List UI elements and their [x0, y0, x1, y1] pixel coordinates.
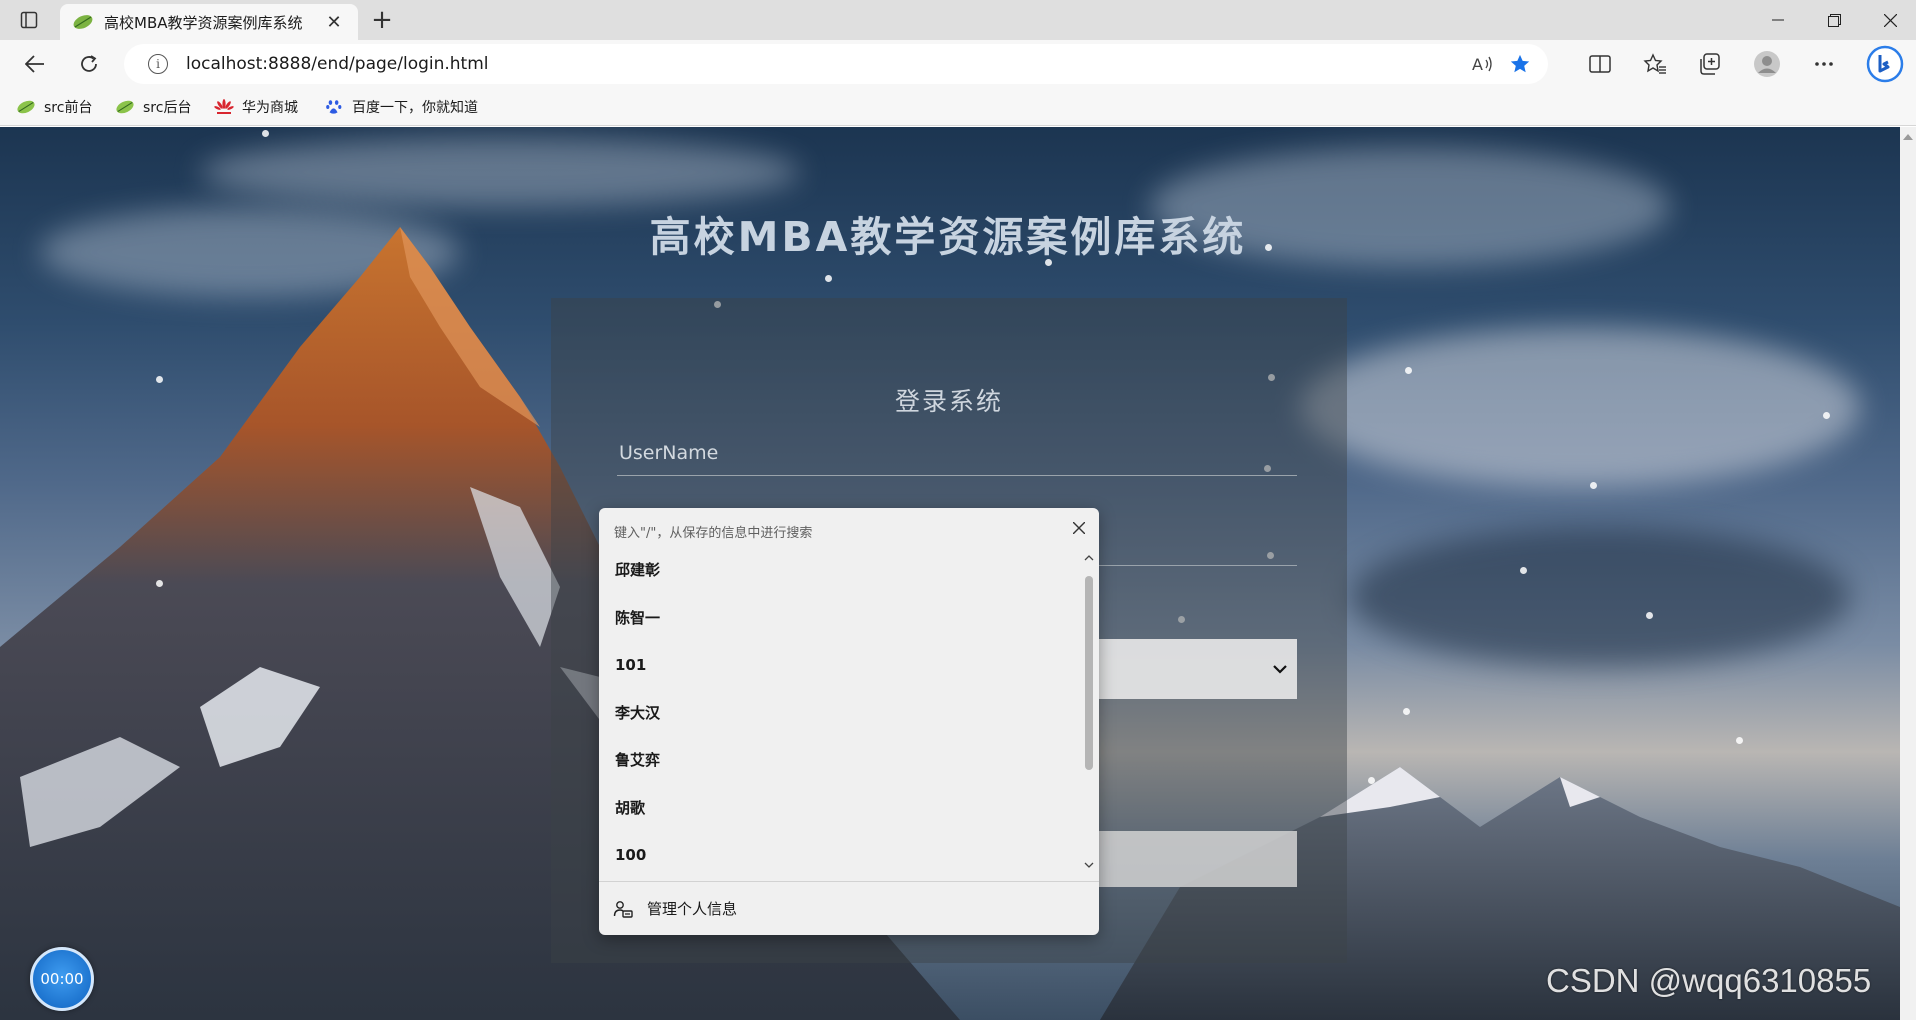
bookmark-label: 百度一下，你就知道 — [352, 100, 478, 116]
url-text[interactable]: localhost:8888/end/page/login.html — [186, 54, 489, 74]
tab-title: 高校MBA教学资源案例库系统 — [104, 13, 303, 32]
bookmark-label: src后台 — [143, 100, 192, 116]
autofill-close-icon[interactable] — [1069, 518, 1089, 538]
refresh-icon — [81, 55, 97, 72]
snow-flake — [1403, 708, 1410, 715]
collections-icon[interactable] — [1692, 48, 1728, 80]
read-aloud-icon[interactable]: A — [1470, 52, 1496, 76]
manage-personal-info-label: 管理个人信息 — [647, 900, 738, 918]
scroll-up-arrow-icon[interactable] — [1903, 133, 1913, 141]
autofill-item[interactable]: 100 — [599, 831, 1079, 879]
baidu-paw-icon — [326, 100, 342, 114]
autofill-item[interactable]: 邱建彰 — [599, 546, 1079, 594]
more-options-icon[interactable] — [1806, 48, 1842, 80]
minimize-icon — [1772, 19, 1784, 21]
snow-flake — [1590, 482, 1597, 489]
leaf-icon — [17, 100, 35, 114]
bookmark-src-back[interactable]: src后台 — [115, 96, 191, 118]
address-bar[interactable]: i localhost:8888/end/page/login.html A — [124, 44, 1548, 84]
recording-timer[interactable]: 00:00 — [30, 947, 94, 1011]
autofill-item[interactable]: 101 — [599, 641, 1079, 689]
site-info-icon[interactable]: i — [148, 54, 168, 74]
restore-button[interactable] — [1806, 0, 1862, 40]
tab-close-icon[interactable]: ✕ — [322, 10, 346, 34]
close-icon — [1883, 13, 1897, 27]
back-arrow-icon — [25, 55, 44, 73]
autofill-scroll-thumb[interactable] — [1085, 576, 1093, 770]
snow-flake — [1405, 367, 1412, 374]
autofill-item[interactable]: 李大汉 — [599, 689, 1079, 737]
restore-icon — [1827, 13, 1841, 27]
snow-flake — [1520, 567, 1527, 574]
page-scrollbar[interactable] — [1900, 127, 1916, 1020]
chevron-down-icon — [1273, 665, 1287, 674]
page-title: 高校MBA教学资源案例库系统 — [649, 213, 1247, 261]
bing-copilot-icon[interactable] — [1865, 44, 1905, 84]
new-tab-button[interactable]: + — [368, 5, 396, 35]
username-input[interactable] — [617, 430, 1297, 476]
huawei-icon — [214, 99, 234, 114]
snow-flake — [1646, 612, 1653, 619]
back-button[interactable] — [18, 48, 52, 80]
bookmark-baidu[interactable]: 百度一下，你就知道 — [324, 96, 478, 118]
manage-personal-info-button[interactable]: 管理个人信息 — [599, 881, 1099, 935]
bookmark-src-front[interactable]: src前台 — [16, 96, 92, 118]
close-window-button[interactable] — [1862, 0, 1916, 40]
login-heading: 登录系统 — [894, 387, 1003, 416]
autofill-suggestions-popup: 键入"/"，从保存的信息中进行搜索 邱建彰 陈智一 101 李大汉 鲁艾弈 胡歌… — [599, 508, 1099, 935]
tab-strip: 高校MBA教学资源案例库系统 ✕ + — [0, 0, 1916, 40]
favorites-icon[interactable] — [1637, 48, 1673, 80]
minimize-button[interactable] — [1750, 0, 1806, 40]
favorite-star-icon[interactable] — [1507, 52, 1533, 76]
chevron-up-icon[interactable] — [1083, 552, 1095, 562]
navigation-toolbar: i localhost:8888/end/page/login.html A — [0, 40, 1916, 88]
autofill-item[interactable]: 陈智一 — [599, 594, 1079, 642]
role-select[interactable] — [1099, 639, 1297, 699]
autofill-scrollbar[interactable] — [1083, 552, 1095, 872]
snow-flake — [262, 130, 269, 137]
bookmark-label: src前台 — [44, 100, 93, 116]
autofill-item[interactable]: 胡歌 — [599, 784, 1079, 832]
tab-actions-button[interactable] — [14, 8, 44, 32]
bookmarks-bar: src前台 src后台 华为商城 百度一下，你就知道 — [0, 88, 1916, 126]
person-card-icon — [613, 900, 633, 918]
leaf-icon — [73, 15, 93, 29]
leaf-icon — [116, 100, 134, 114]
autofill-item[interactable]: 鲁艾弈 — [599, 736, 1079, 784]
tab-actions-icon — [20, 11, 38, 29]
chevron-down-icon[interactable] — [1083, 860, 1095, 870]
timer-value: 00:00 — [40, 970, 84, 988]
refresh-button[interactable] — [72, 48, 106, 80]
snow-flake — [156, 580, 163, 587]
autofill-list: 邱建彰 陈智一 101 李大汉 鲁艾弈 胡歌 100 — [599, 546, 1079, 879]
svg-text:A: A — [1472, 55, 1483, 74]
snow-flake — [825, 275, 832, 282]
login-button[interactable] — [1099, 831, 1297, 887]
autofill-search-hint[interactable]: 键入"/"，从保存的信息中进行搜索 — [614, 522, 812, 541]
bookmark-label: 华为商城 — [242, 100, 298, 116]
snow-flake — [1823, 412, 1830, 419]
snow-flake — [156, 376, 163, 383]
snow-flake — [1736, 737, 1743, 744]
watermark: CSDN @wqq6310855 — [1546, 962, 1872, 999]
profile-avatar-icon[interactable] — [1749, 48, 1785, 80]
split-screen-icon[interactable] — [1582, 48, 1618, 80]
bookmark-huawei[interactable]: 华为商城 — [214, 96, 298, 118]
snow-flake — [1368, 777, 1375, 784]
tab-active[interactable]: 高校MBA教学资源案例库系统 ✕ — [60, 4, 358, 40]
